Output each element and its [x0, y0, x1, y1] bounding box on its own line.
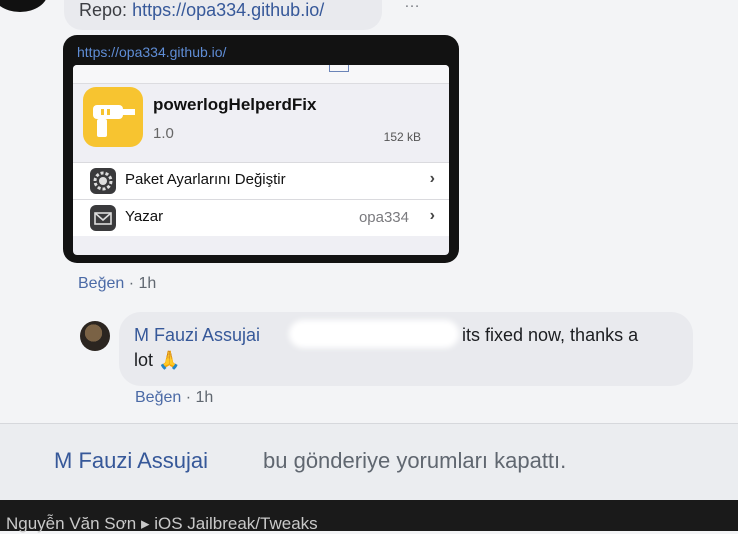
reply-comment-bubble: M Fauzi Assujai its fixed now, thanks a …	[119, 312, 693, 386]
gear-icon	[90, 168, 116, 194]
like-link[interactable]: Beğen	[135, 389, 181, 406]
closed-notice-text: bu gönderiye yorumları kapattı.	[263, 448, 567, 473]
chevron-right-icon: ›	[429, 207, 435, 224]
screenshot-url: https://opa334.github.io/	[77, 44, 227, 60]
reply-text-line1: its fixed now, thanks a	[462, 325, 639, 345]
commenter-name[interactable]: M Fauzi Assujai	[134, 325, 260, 346]
reply-time: 1h	[195, 389, 214, 406]
repo-link[interactable]: https://opa334.github.io/	[132, 0, 324, 20]
package-name: powerlogHelperdFix	[153, 95, 317, 114]
meta-separator: ·	[124, 275, 139, 292]
mail-icon	[90, 205, 116, 231]
package-view: powerlogHelperdFix 1.0 152 kB Paket Ayar…	[73, 65, 449, 255]
comment-meta: Beğen · 1h	[78, 275, 156, 293]
reply-meta: Beğen · 1h	[135, 389, 213, 407]
repo-comment-text: Repo: https://opa334.github.io/	[79, 0, 324, 21]
row-author[interactable]: Yazar opa334 ›	[73, 199, 449, 236]
repo-label: Repo:	[79, 0, 128, 20]
comments-closed-banner: M Fauzi Assujai bu gönderiye yorumları k…	[0, 423, 738, 501]
drill-icon	[83, 87, 143, 147]
author-value: opa334	[358, 209, 409, 226]
commenter-avatar[interactable]	[80, 321, 110, 351]
next-post-title[interactable]: Nguyễn Văn Sơn ▸ iOS Jailbreak/Tweaks	[6, 514, 318, 534]
comment-time: 1h	[138, 275, 157, 292]
row-label: Yazar	[125, 208, 164, 225]
row-change-package-settings[interactable]: Paket Ayarlarını Değiştir ›	[73, 162, 449, 199]
closed-by-name[interactable]: M Fauzi Assujai	[54, 448, 208, 474]
like-link[interactable]: Beğen	[78, 275, 124, 292]
more-options-icon[interactable]: …	[404, 0, 420, 12]
meta-separator: ·	[181, 389, 196, 406]
package-version: 1.0	[153, 125, 174, 142]
reply-text-line2: lot 🙏	[134, 350, 181, 370]
chevron-right-icon: ›	[429, 170, 435, 187]
package-top-bar	[73, 65, 449, 84]
redacted-text	[289, 320, 459, 348]
attached-screenshot[interactable]: https://opa334.github.io/ powerlogHelper…	[63, 35, 459, 263]
row-label: Paket Ayarlarını Değiştir	[125, 171, 286, 188]
poster-avatar[interactable]	[0, 0, 48, 12]
next-post-header: Nguyễn Văn Sơn ▸ iOS Jailbreak/Tweaks	[0, 500, 738, 534]
package-size: 152 kB	[383, 130, 421, 144]
share-icon	[329, 65, 349, 72]
